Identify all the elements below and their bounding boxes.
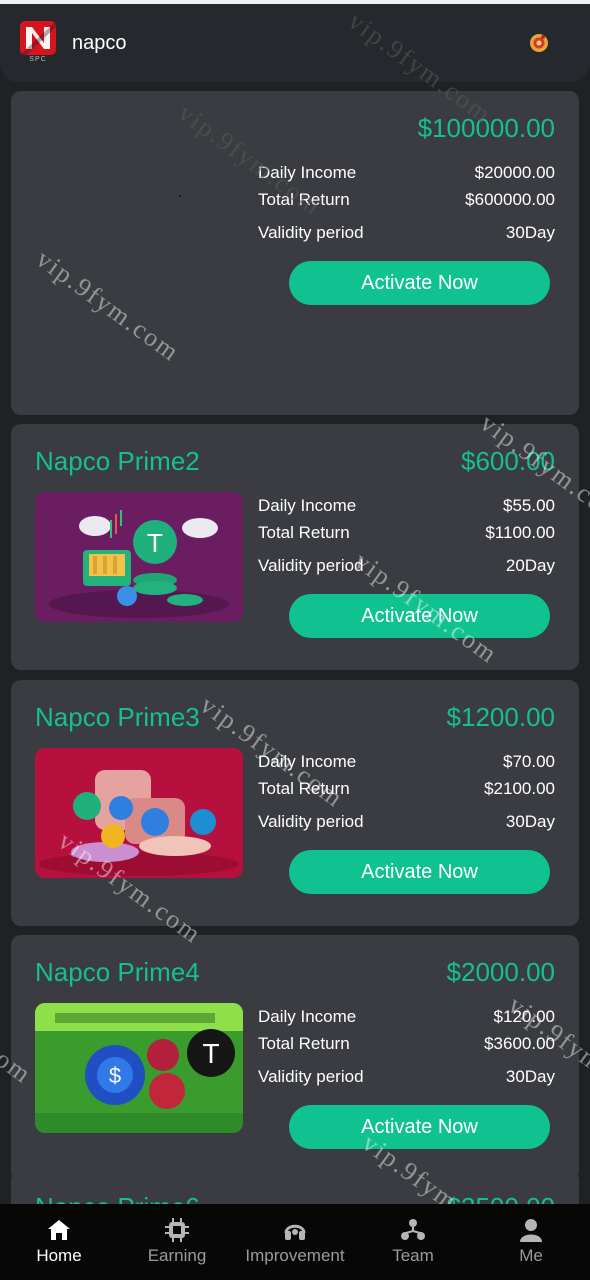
napco-logo: SPC <box>20 21 56 65</box>
tab-label: Home <box>36 1246 82 1265</box>
validity-value: 30Day <box>505 223 555 242</box>
language-flag-icon[interactable] <box>528 32 550 54</box>
product-price: $2000.00 <box>446 957 555 987</box>
daily-income-value: $120.00 <box>493 1007 555 1026</box>
product-name: Napco Prime4 <box>35 957 200 987</box>
tab-me[interactable]: Me <box>472 1204 590 1280</box>
product-image: $ T <box>35 1003 243 1133</box>
validity-value: 30Day <box>505 812 555 831</box>
product-details: Daily Income $70.00 Total Return $2100.00 … <box>258 752 555 832</box>
product-image: T <box>35 492 243 622</box>
product-image <box>35 748 243 878</box>
activate-now-button[interactable]: Activate Now <box>289 1105 550 1149</box>
activate-now-button[interactable]: Activate Now <box>289 261 550 305</box>
team-icon <box>401 1219 425 1240</box>
product-card: Napco Prime4 $2000.00 $ T Daily Income $1… <box>11 935 579 1181</box>
validity-label: Validity period <box>258 556 364 575</box>
tab-earning[interactable]: Earning <box>118 1204 236 1280</box>
activate-now-button[interactable]: Activate Now <box>289 594 550 638</box>
product-name: Napco Prime6 <box>35 1192 200 1204</box>
daily-income-label: Daily Income <box>258 752 357 771</box>
product-card: Napco Prime2 $600.00 T Daily Income $55.… <box>11 424 579 670</box>
product-name: Napco Prime3 <box>35 702 200 732</box>
total-return-value: $2100.00 <box>484 779 555 798</box>
daily-income-value: $70.00 <box>503 752 555 771</box>
chip-icon <box>165 1218 189 1242</box>
validity-label: Validity period <box>258 1067 364 1086</box>
product-card: Napco Prime3 $1200.00 Daily Income $70.00… <box>11 680 579 926</box>
daily-income-value: $20000.00 <box>474 163 555 182</box>
headset-icon <box>284 1224 306 1240</box>
tab-team[interactable]: Team <box>354 1204 472 1280</box>
activate-now-button[interactable]: Activate Now <box>289 850 550 894</box>
daily-income-label: Daily Income <box>258 496 357 515</box>
validity-label: Validity period <box>258 223 364 242</box>
total-return-value: $600000.00 <box>465 190 555 209</box>
validity-value: 30Day <box>505 1067 555 1086</box>
svg-text:T: T <box>147 528 163 558</box>
product-price: $3500.00 <box>447 1192 555 1204</box>
product-card: $100000.00 Daily Income $20000.00 Total R… <box>11 91 579 415</box>
tab-home[interactable]: Home <box>0 1204 118 1280</box>
svg-text:$: $ <box>109 1063 121 1088</box>
product-price: $600.00 <box>461 446 555 476</box>
app-header: SPC napco <box>0 4 590 82</box>
product-image <box>35 159 243 289</box>
total-return-label: Total Return <box>258 1034 350 1053</box>
tab-label: Earning <box>147 1246 207 1265</box>
product-list[interactable]: $100000.00 Daily Income $20000.00 Total R… <box>0 82 590 1204</box>
tab-label: Me <box>519 1246 543 1265</box>
product-details: Daily Income $20000.00 Total Return $60000… <box>258 163 555 243</box>
home-icon <box>48 1220 70 1240</box>
user-icon <box>520 1219 542 1242</box>
brand-name: napco <box>72 31 127 54</box>
validity-label: Validity period <box>258 812 364 831</box>
tab-label: Team <box>392 1246 434 1265</box>
bottom-tab-bar: Home Earning Improvement Team Me <box>0 1204 590 1280</box>
product-name: Napco Prime2 <box>35 446 200 476</box>
total-return-value: $3600.00 <box>484 1034 555 1053</box>
tab-label: Improvement <box>245 1246 345 1265</box>
product-details: Daily Income $120.00 Total Return $3600.00… <box>258 1007 555 1087</box>
product-card: Napco Prime6 $3500.00 <box>11 1170 579 1204</box>
daily-income-value: $55.00 <box>503 496 555 515</box>
tab-improvement[interactable]: Improvement <box>236 1204 354 1280</box>
product-details: Daily Income $55.00 Total Return $1100.00 … <box>258 496 555 576</box>
total-return-label: Total Return <box>258 779 350 798</box>
daily-income-label: Daily Income <box>258 1007 357 1026</box>
daily-income-label: Daily Income <box>258 163 357 182</box>
validity-value: 20Day <box>505 556 555 575</box>
total-return-label: Total Return <box>258 190 350 209</box>
total-return-label: Total Return <box>258 523 350 542</box>
total-return-value: $1100.00 <box>485 523 555 542</box>
product-price: $100000.00 <box>417 113 555 143</box>
svg-text:T: T <box>202 1038 219 1069</box>
product-price: $1200.00 <box>446 702 555 732</box>
